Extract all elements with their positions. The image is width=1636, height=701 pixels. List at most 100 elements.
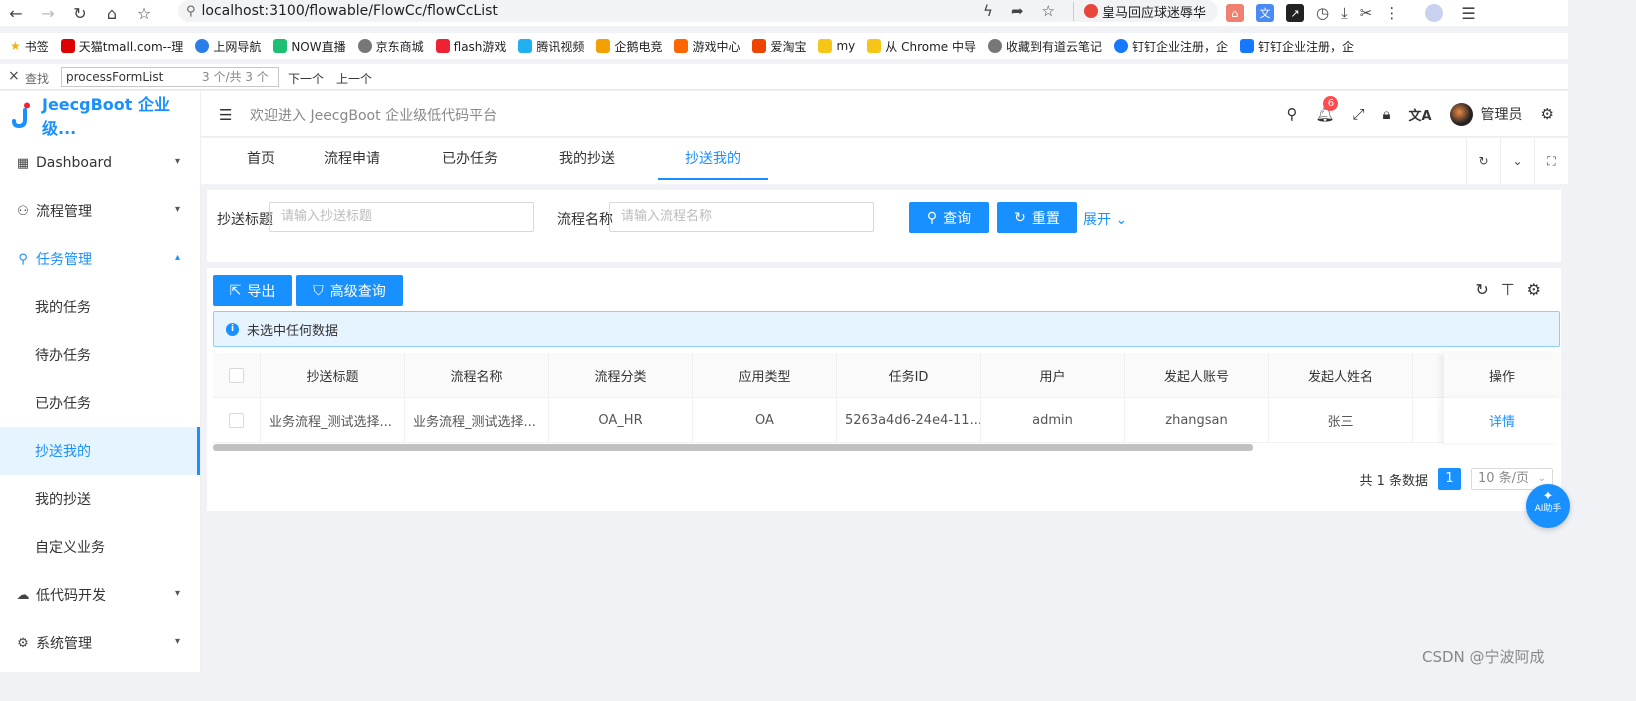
logo[interactable]: JeecgBoot 企业级... [0,91,200,139]
search-form: 抄送标题 请输入抄送标题 流程名称 请输入流程名称 ⚲ 查询 ↻ 重置 展开 ⌄ [207,190,1561,262]
selection-alert: i 未选中任何数据 [213,311,1560,347]
find-prev-button[interactable]: 上一个 [336,70,372,87]
share-icon[interactable]: ➦ [1011,2,1024,20]
chevron-up-icon: ▴ [174,252,180,263]
star-icon[interactable]: ☆ [128,0,160,26]
find-label: 查找 [25,72,50,86]
bookmark-item[interactable]: my [818,39,855,53]
refresh-icon[interactable]: ↻ [1466,138,1500,184]
app-title: JeecgBoot 企业级... [42,95,170,138]
tab-done-task[interactable]: 已办任务 [437,138,503,180]
globe-icon [357,39,372,53]
header: ☰ 欢迎进入 JeecgBoot 企业级低代码平台 ⚲ 🔔︎ 6 ⤢ 🔒︎ 文A … [201,91,1568,137]
sidebar-sub-done[interactable]: 已办任务 [0,379,200,427]
scissors-icon[interactable]: ✂ [1360,4,1373,22]
cc-title-label: 抄送标题 [217,212,273,228]
column-header: 抄送标题 [261,353,405,398]
bookmark-item[interactable]: 爱淘宝 [752,38,806,55]
pdf-ext-icon[interactable]: ⌂ [1226,4,1244,22]
bookmark-item[interactable]: 钉钉企业注册，企 [1240,38,1354,55]
chevron-down-icon: ▾ [174,204,180,215]
sidebar-item-dashboard[interactable]: ▦ Dashboard ▾ [0,139,200,187]
tab-my-cc[interactable]: 我的抄送 [554,138,620,180]
bookmark-item[interactable]: 京东商城 [357,38,424,55]
back-icon[interactable]: ← [0,0,32,26]
query-button[interactable]: ⚲ 查询 [909,202,989,233]
find-next-button[interactable]: 下一个 [288,70,324,87]
sidebar-item-system[interactable]: ⚙ 系统管理 ▾ [0,619,200,667]
column-height-icon[interactable]: ⊤ [1501,280,1515,299]
expand-link[interactable]: 展开 ⌄ [1083,209,1127,229]
bookmark-item[interactable]: 企鹅电竞 [596,38,662,55]
select-all-checkbox[interactable] [213,353,261,398]
forward-icon[interactable]: → [32,0,64,26]
bookmark-item[interactable]: 收藏到有道云笔记 [987,38,1102,55]
tab-flow-apply[interactable]: 流程申请 [319,138,385,180]
bookmark-item[interactable]: 腾讯视频 [518,38,584,55]
total-count: 共 1 条数据 [1359,473,1428,489]
refresh-icon[interactable]: ↻ [1475,280,1488,299]
horizontal-scrollbar[interactable] [213,444,1253,451]
task-icon: ⚲ [18,251,28,267]
tab-cc-me[interactable]: 抄送我的 [658,138,768,180]
settings-icon[interactable]: ⚙ [1527,280,1541,299]
user-menu[interactable]: 管理员 [1449,102,1523,126]
settings-icon[interactable]: ⚙ [1541,105,1554,123]
bookmark-item[interactable]: 上网导航 [195,38,261,55]
sidebar-sub-custom[interactable]: 自定义业务 [0,523,200,571]
chevron-down-icon[interactable]: ⌄ [1500,138,1534,184]
translate-ext-icon[interactable]: 文 [1256,4,1274,22]
download-icon[interactable]: ⤓ [1341,4,1348,22]
sidebar-item-flow[interactable]: ⚇ 流程管理 ▾ [0,187,200,235]
sidebar-sub-cc-me[interactable]: 抄送我的 [0,427,200,475]
bookmark-item[interactable]: NOW直播 [273,38,346,55]
close-icon[interactable]: × [8,68,20,84]
lightning-icon[interactable]: ϟ [983,2,993,20]
menu-icon[interactable]: ☰ [1461,4,1475,23]
now-icon [273,39,288,53]
ai-assistant-button[interactable]: ✦ AI助手 [1526,484,1570,528]
chart-ext-icon[interactable]: ↗ [1286,4,1304,22]
sidebar-item-task[interactable]: ⚲ 任务管理 ▴ [0,235,200,283]
history-icon[interactable]: ◷ [1316,4,1329,22]
export-button[interactable]: ⇱ 导出 [213,275,292,306]
bell-icon[interactable]: 🔔︎ 6 [1315,96,1339,123]
cloud-icon: ☁ [16,587,30,603]
sidebar-sub-my-task[interactable]: 我的任务 [0,283,200,331]
menu-fold-icon[interactable]: ☰ [219,106,232,124]
tab-home[interactable]: 首页 [231,138,291,180]
row-checkbox[interactable] [213,398,261,443]
search-engine-box[interactable]: 皇马回应球迷辱华 [1072,1,1206,21]
address-bar[interactable]: ⚲ localhost:3100/flowable/FlowCc/flowCcL… [178,0,1218,22]
profile-icon[interactable] [1425,4,1444,22]
home-icon[interactable]: ⌂ [96,0,128,26]
flow-name-input[interactable]: 请输入流程名称 [609,202,874,232]
ie-icon [195,39,210,53]
sidebar-item-lowcode[interactable]: ☁ 低代码开发 ▾ [0,571,200,619]
bookmark-item[interactable]: ★ 书签 [10,38,49,55]
advanced-query-button[interactable]: ⛉ 高级查询 [296,275,403,306]
bookmark-star-icon[interactable]: ☆ [1042,2,1055,20]
table-row: 业务流程_测试选择... 业务流程_测试选择... OA_HR OA 5263a… [213,398,1560,443]
cc-title-input[interactable]: 请输入抄送标题 [269,202,534,232]
expand-icon[interactable]: ⛶ [1534,138,1568,184]
notification-badge: 6 [1323,96,1339,111]
bookmark-item[interactable]: 游戏中心 [674,38,740,55]
reset-button[interactable]: ↻ 重置 [997,202,1077,233]
export-icon: ⇱ [229,282,242,299]
more-icon[interactable]: ⋮ [1384,4,1399,22]
fullscreen-icon[interactable]: ⤢ [1352,105,1364,123]
bookmark-item[interactable]: 钉钉企业注册，企 [1114,38,1228,55]
sidebar-sub-todo[interactable]: 待办任务 [0,331,200,379]
search-icon[interactable]: ⚲ [1286,105,1297,123]
bookmark-item[interactable]: 天猫tmall.com--理 [60,38,183,55]
sidebar-sub-my-cc[interactable]: 我的抄送 [0,475,200,523]
column-header-action: 操作 [1444,353,1560,398]
language-icon[interactable]: 文A [1408,105,1431,124]
bookmark-item[interactable]: 从 Chrome 中导 [867,38,976,55]
bookmark-item[interactable]: flash游戏 [435,38,506,55]
lock-icon[interactable]: 🔒︎ [1383,105,1391,123]
page-button-1[interactable]: 1 [1438,468,1461,490]
detail-link[interactable]: 详情 [1489,411,1515,430]
reload-icon[interactable]: ↻ [64,0,96,26]
